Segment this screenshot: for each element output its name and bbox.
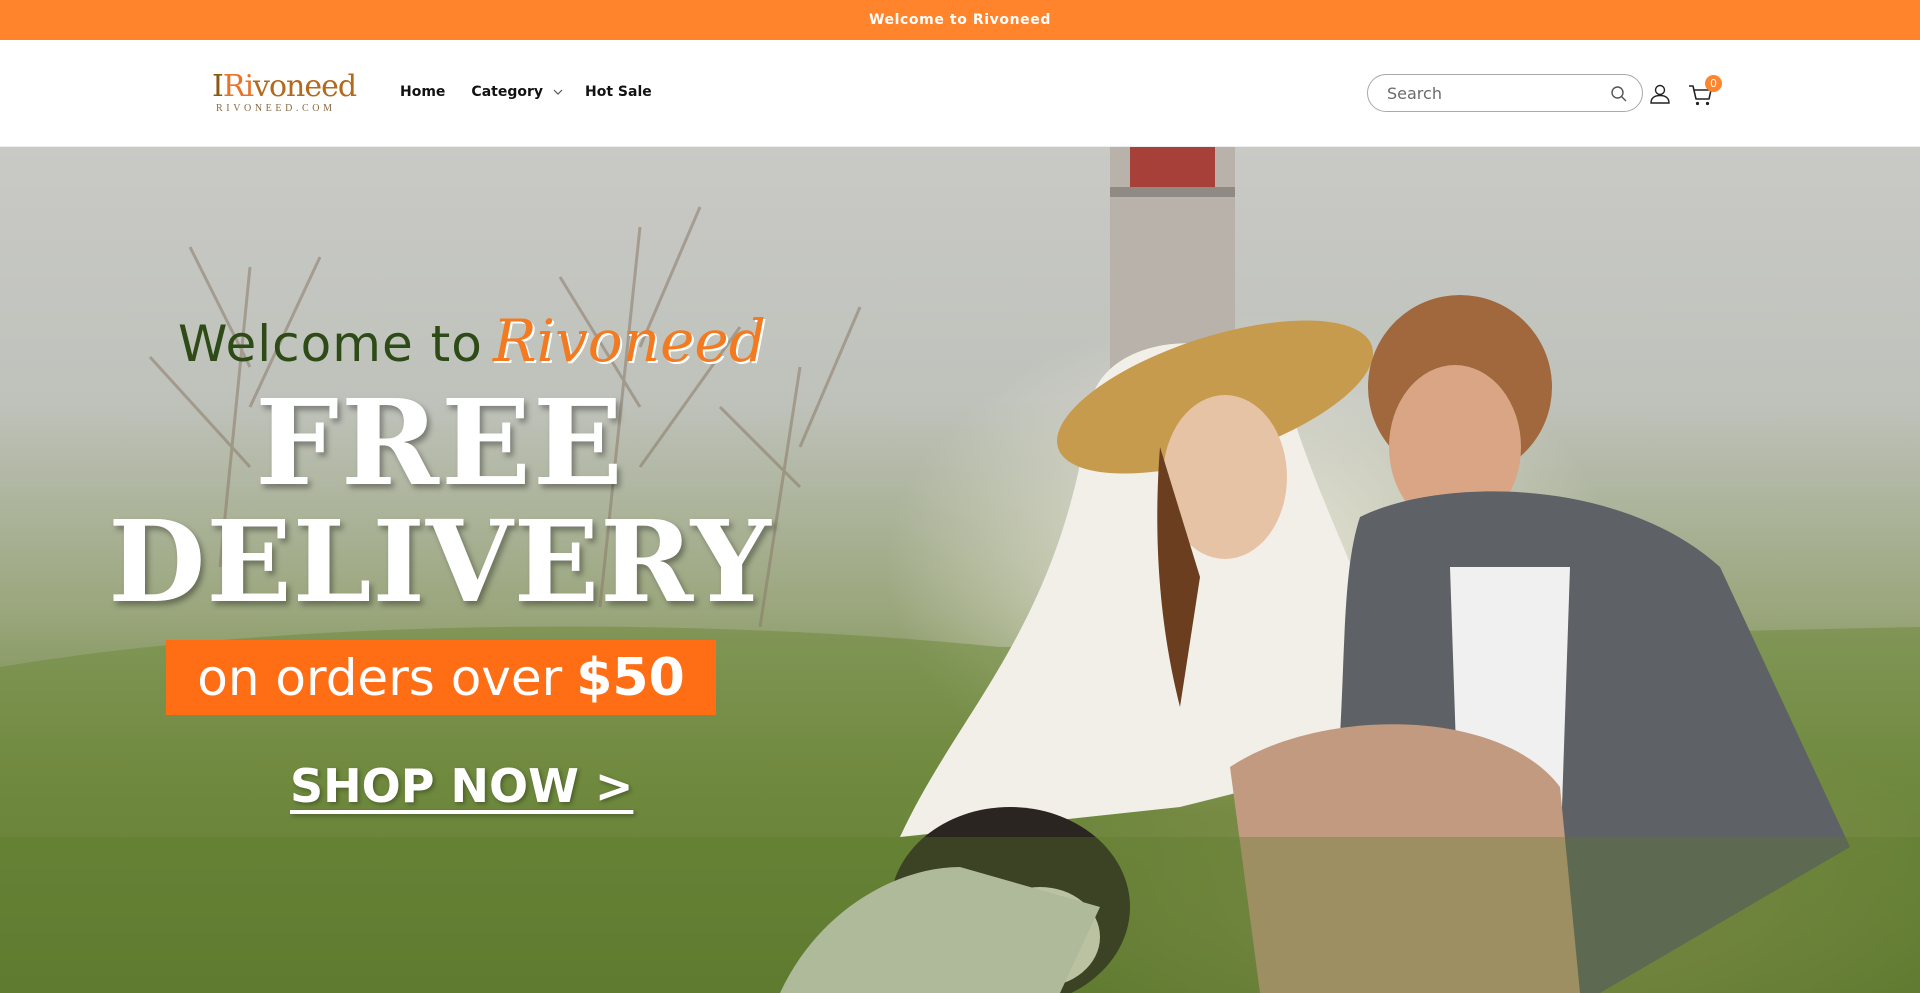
chevron-down-icon	[553, 89, 563, 95]
hero-orders-amount: $50	[576, 647, 685, 708]
shop-now-link[interactable]: SHOP NOW >	[290, 759, 633, 813]
hero-welcome: Welcome to Rivoneed	[178, 307, 766, 375]
logo-subtitle: RIVONEED.COM	[216, 103, 336, 114]
hero-banner[interactable]: Welcome to Rivoneed FREE DELIVERY on ord…	[0, 147, 1920, 993]
search-input[interactable]	[1387, 83, 1607, 103]
hero-headline-delivery: DELIVERY	[108, 497, 772, 628]
nav-label-home: Home	[400, 84, 446, 100]
cart-count-badge: 0	[1705, 75, 1722, 92]
site-header: IRivoneed RIVONEED.COM Home Category Hot…	[0, 40, 1920, 147]
hero-orders-badge: on orders over $50	[166, 640, 716, 715]
nav-item-home[interactable]: Home	[400, 84, 449, 100]
account-icon[interactable]	[1648, 82, 1672, 106]
nav-label-hot-sale: Hot Sale	[585, 84, 652, 100]
hero-headline-free: FREE	[255, 373, 625, 512]
logo-wordmark: IRivoneed	[212, 69, 357, 104]
search-icon[interactable]	[1610, 85, 1628, 103]
nav-item-hot-sale[interactable]: Hot Sale	[585, 84, 652, 100]
main-nav: Home Category Hot Sale	[400, 84, 652, 100]
announcement-text: Welcome to Rivoneed	[869, 12, 1051, 28]
search-box	[1367, 74, 1643, 112]
hero-orders-prefix: on orders over	[197, 648, 563, 707]
announcement-bar: Welcome to Rivoneed	[0, 0, 1920, 40]
hero-welcome-prefix: Welcome to	[178, 315, 483, 373]
nav-item-category[interactable]: Category	[471, 84, 563, 100]
hero-welcome-brand: Rivoneed	[492, 307, 766, 375]
site-logo[interactable]: IRivoneed RIVONEED.COM	[212, 72, 358, 118]
nav-label-category: Category	[471, 84, 544, 100]
